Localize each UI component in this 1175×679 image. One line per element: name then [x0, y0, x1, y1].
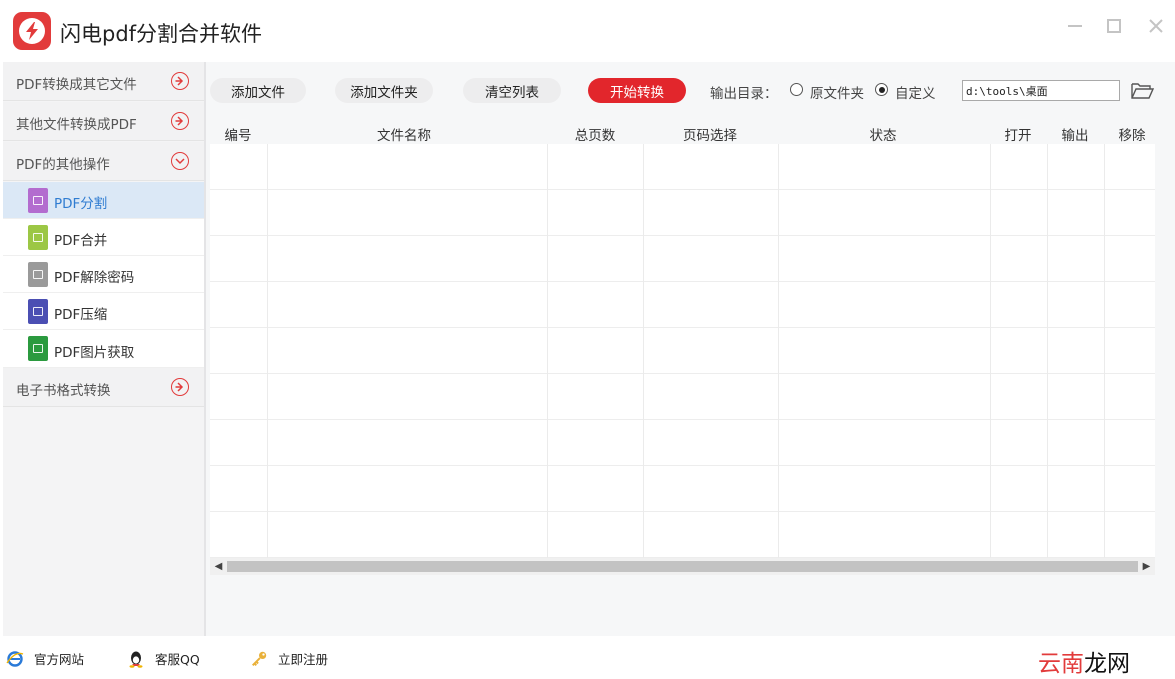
sidebar-item-pdf-unlock[interactable]: PDF解除密码	[3, 256, 204, 293]
sidebar-item-label: PDF合并	[54, 233, 108, 249]
open-folder-icon[interactable]	[1130, 80, 1155, 102]
col-header-filename: 文件名称	[377, 128, 431, 144]
ie-browser-icon	[6, 650, 24, 668]
close-icon[interactable]	[1144, 14, 1168, 38]
sidebar-item-pdf-image[interactable]: PDF图片获取	[3, 330, 204, 368]
table-row	[210, 512, 1155, 558]
radio-original-label: 原文件夹	[810, 86, 864, 102]
output-dir-label: 输出目录：	[710, 86, 778, 102]
table-row	[210, 374, 1155, 420]
scrollbar-thumb[interactable]	[227, 561, 1138, 572]
customer-service-qq-link[interactable]: 客服QQ	[127, 649, 200, 668]
expand-arrow-icon[interactable]	[171, 112, 189, 130]
col-header-page-select: 页码选择	[683, 128, 737, 144]
add-file-button[interactable]: 添加文件	[210, 78, 306, 103]
file-table: 编号 文件名称 总页数 页码选择 状态 打开 输出 移除	[210, 120, 1155, 558]
title-bar: 闪电pdf分割合并软件	[0, 0, 1175, 62]
table-row	[210, 328, 1155, 374]
radio-original-folder[interactable]	[790, 83, 803, 96]
table-row	[210, 466, 1155, 512]
output-path-field[interactable]: d:\tools\桌面	[962, 80, 1120, 101]
main-content: 添加文件 添加文件夹 清空列表 开始转换 输出目录： 原文件夹 自定义 d:\t…	[206, 62, 1175, 636]
col-header-pages: 总页数	[574, 128, 616, 144]
sidebar-category-pdf-other-ops[interactable]: PDF的其他操作	[3, 142, 204, 181]
sidebar-item-label: PDF分割	[54, 196, 108, 212]
sidebar: PDF转换成其它文件 其他文件转换成PDF PDF的其他操作 PDF分割 PDF…	[3, 62, 204, 636]
official-website-link[interactable]: 官方网站	[6, 649, 84, 668]
sidebar-item-pdf-compress[interactable]: PDF压缩	[3, 293, 204, 330]
horizontal-scrollbar[interactable]: ◀ ▶	[210, 558, 1155, 575]
sidebar-item-label: PDF图片获取	[54, 345, 135, 361]
sidebar-category-pdf-to-other[interactable]: PDF转换成其它文件	[3, 62, 204, 101]
sidebar-category-label: PDF转换成其它文件	[16, 77, 137, 93]
table-row	[210, 236, 1155, 282]
scroll-right-icon[interactable]: ▶	[1138, 558, 1155, 575]
sidebar-category-ebook[interactable]: 电子书格式转换	[3, 368, 204, 407]
radio-custom-folder[interactable]	[875, 83, 888, 96]
maximize-icon[interactable]	[1102, 14, 1126, 38]
col-header-output: 输出	[1061, 128, 1089, 144]
key-icon	[250, 650, 268, 668]
sidebar-category-label: 电子书格式转换	[16, 383, 111, 399]
customer-service-label: 客服QQ	[155, 652, 200, 667]
sidebar-item-pdf-split[interactable]: PDF分割	[3, 182, 204, 219]
column-divider	[547, 144, 548, 558]
column-divider	[643, 144, 644, 558]
add-folder-button[interactable]: 添加文件夹	[335, 78, 433, 103]
table-row	[210, 420, 1155, 466]
sidebar-category-label: 其他文件转换成PDF	[16, 117, 137, 133]
sidebar-category-label: PDF的其他操作	[16, 157, 110, 173]
sidebar-category-other-to-pdf[interactable]: 其他文件转换成PDF	[3, 102, 204, 141]
column-divider	[778, 144, 779, 558]
compress-icon	[28, 299, 48, 324]
expand-arrow-icon[interactable]	[171, 378, 189, 396]
watermark-logo: 云南龙网	[1038, 651, 1130, 677]
table-row	[210, 144, 1155, 190]
column-divider	[1047, 144, 1048, 558]
qq-penguin-icon	[127, 650, 145, 668]
merge-icon	[28, 225, 48, 250]
official-website-label: 官方网站	[34, 652, 85, 667]
unlock-icon	[28, 262, 48, 287]
radio-custom-label: 自定义	[895, 86, 936, 102]
collapse-arrow-icon[interactable]	[171, 152, 189, 170]
col-header-remove: 移除	[1118, 128, 1146, 144]
column-divider	[1104, 144, 1105, 558]
col-header-open: 打开	[1004, 128, 1032, 144]
sidebar-item-pdf-merge[interactable]: PDF合并	[3, 219, 204, 256]
register-now-link[interactable]: 立即注册	[250, 649, 328, 668]
expand-arrow-icon[interactable]	[171, 72, 189, 90]
column-divider	[267, 144, 268, 558]
app-title: 闪电pdf分割合并软件	[60, 22, 263, 46]
col-header-status: 状态	[869, 128, 897, 144]
sidebar-item-label: PDF解除密码	[54, 270, 135, 286]
app-logo-icon	[13, 12, 51, 50]
col-header-index: 编号	[224, 128, 252, 144]
minimize-icon[interactable]	[1063, 14, 1087, 38]
column-divider	[990, 144, 991, 558]
split-icon	[28, 188, 48, 213]
footer-bar: 官方网站 客服QQ 立即注册 云南龙网	[0, 636, 1175, 679]
table-row	[210, 190, 1155, 236]
clear-list-button[interactable]: 清空列表	[463, 78, 561, 103]
sidebar-item-label: PDF压缩	[54, 307, 108, 323]
register-now-label: 立即注册	[278, 652, 329, 667]
scroll-left-icon[interactable]: ◀	[210, 558, 227, 575]
table-row	[210, 282, 1155, 328]
start-convert-button[interactable]: 开始转换	[588, 78, 686, 103]
image-icon	[28, 336, 48, 361]
table-header: 编号 文件名称 总页数 页码选择 状态 打开 输出 移除	[210, 120, 1155, 144]
